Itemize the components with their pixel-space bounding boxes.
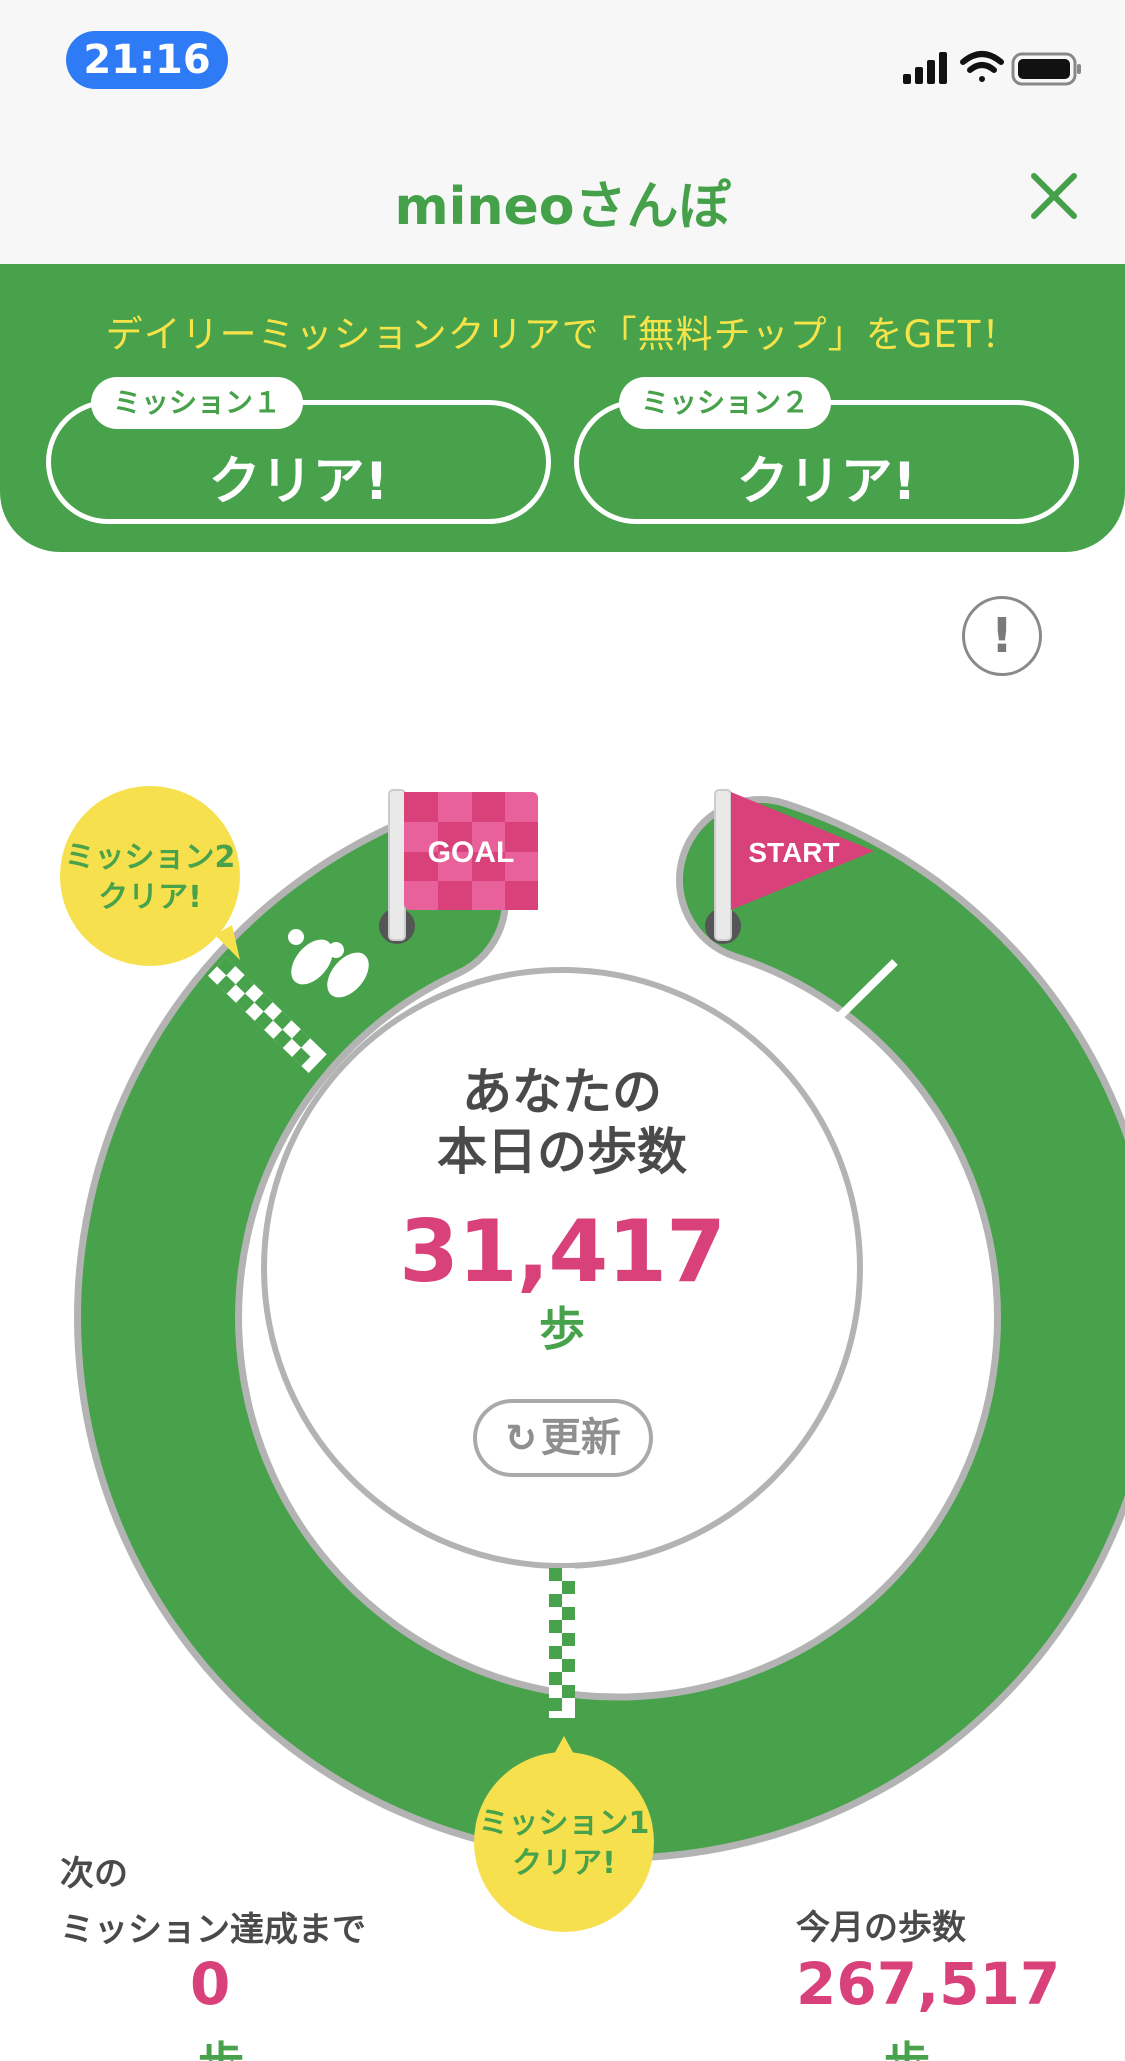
month-steps-unit: 歩	[884, 2028, 930, 2061]
mission2-cleared-bubble: ミッション2 クリア!	[60, 786, 240, 966]
wifi-icon	[960, 51, 1004, 82]
bubble2-line1: ミッション2	[64, 840, 236, 875]
next-mission-steps: 0	[190, 1950, 231, 2018]
page-title: mineoさんぽ	[394, 177, 731, 237]
today-label-line1: あなたの	[462, 1063, 662, 1121]
refresh-button[interactable]: ↻ 更新	[473, 1399, 653, 1477]
today-steps-panel: あなたの 本日の歩数 31,417 歩	[362, 1062, 762, 1356]
bubble1-line2: クリア!	[512, 1846, 616, 1881]
mission1-checker	[549, 1568, 575, 1718]
status-bar: 21:16	[0, 0, 1125, 120]
next-mission-unit: 歩	[198, 2028, 244, 2061]
next-label-line1: 次の	[60, 1854, 128, 1894]
close-icon[interactable]	[1028, 170, 1080, 222]
today-step-unit: 歩	[539, 1302, 585, 1356]
status-icons	[903, 51, 1081, 86]
month-steps-label: 今月の歩数	[796, 1908, 966, 1948]
month-steps-value: 267,517	[796, 1950, 1061, 2018]
battery-icon	[1011, 52, 1081, 86]
banner-text: デイリーミッションクリアで「無料チップ」をGET！	[105, 313, 1020, 356]
mission-1-status: クリア!	[208, 452, 389, 512]
refresh-icon: ↻	[505, 1416, 537, 1460]
mission-2-status: クリア!	[736, 452, 917, 512]
mission-2-card[interactable]: ミッション２ クリア!	[574, 377, 1079, 524]
bubble1-line1: ミッション1	[478, 1806, 650, 1841]
mission-banner: デイリーミッションクリアで「無料チップ」をGET！ ミッション１ クリア! ミッ…	[0, 264, 1125, 552]
exclamation-icon[interactable]: !	[962, 596, 1042, 676]
mission-2-tag: ミッション２	[619, 377, 832, 429]
mission-1-card[interactable]: ミッション１ クリア!	[46, 377, 551, 524]
nav-bar: mineoさんぽ	[0, 120, 1125, 264]
bubble2-line2: クリア!	[98, 880, 202, 915]
start-flag-label: START	[748, 837, 839, 868]
status-time: 21:16	[66, 31, 228, 89]
mission1-cleared-bubble: ミッション1 クリア!	[474, 1752, 654, 1932]
cellular-signal-icon	[903, 52, 947, 84]
goal-flag-label: GOAL	[428, 836, 515, 869]
next-mission-label: 次の ミッション達成まで	[60, 1846, 366, 1958]
today-label-line2: 本日の歩数	[437, 1123, 687, 1181]
refresh-label: 更新	[540, 1415, 621, 1461]
today-step-count: 31,417	[399, 1202, 726, 1302]
mission-1-tag: ミッション１	[91, 377, 304, 429]
